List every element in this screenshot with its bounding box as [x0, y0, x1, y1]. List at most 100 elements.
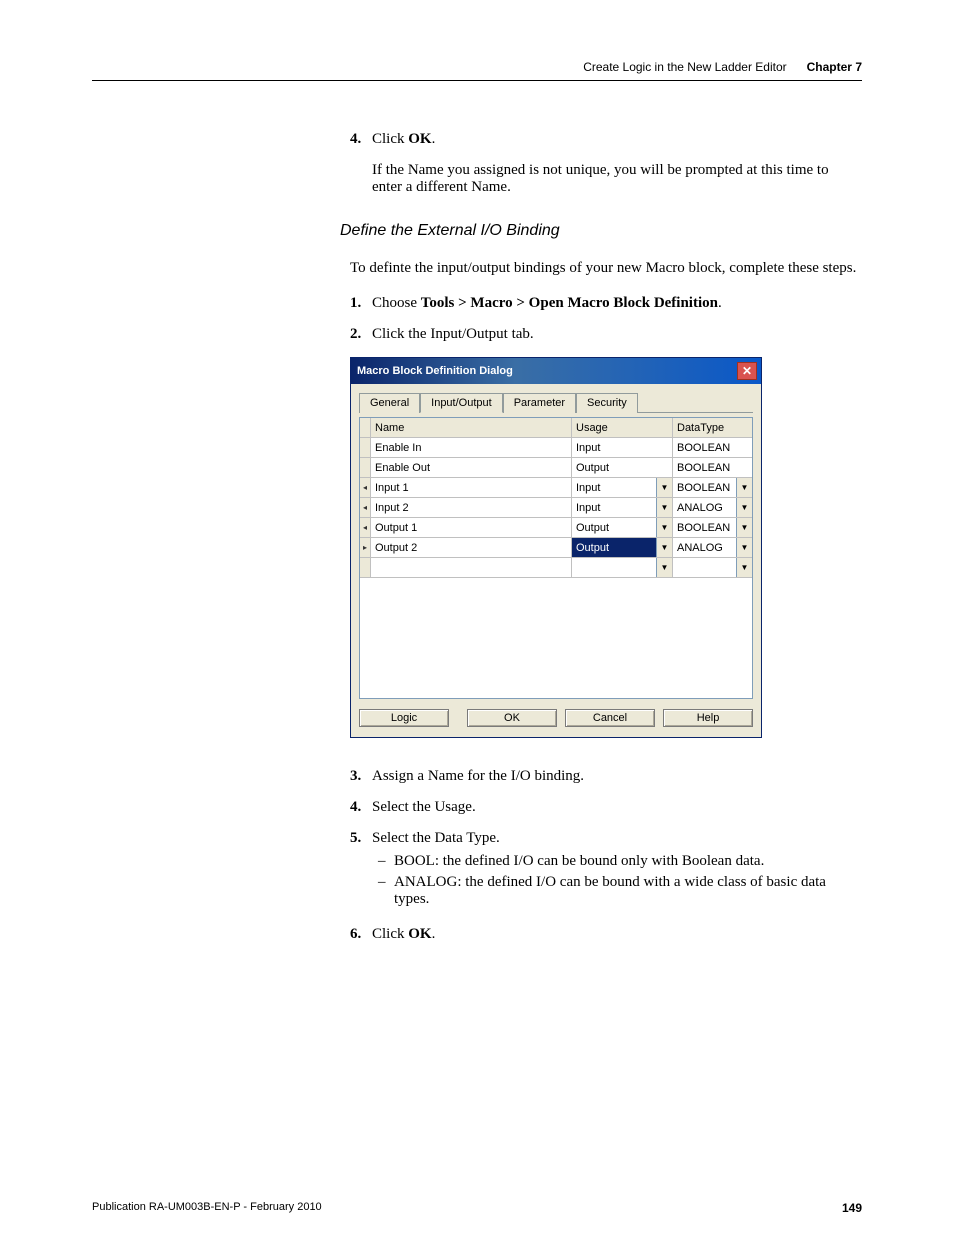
step-number: 2. [350, 326, 372, 343]
row-marker: ◂ [360, 498, 371, 517]
step-text: Click the Input/Output tab. [372, 326, 862, 343]
usage-cell[interactable]: Input [572, 438, 673, 457]
row-marker: ◂ [360, 518, 371, 537]
list-item: 1. Choose Tools > Macro > Open Macro Blo… [350, 295, 862, 312]
page-number: 149 [842, 1201, 862, 1215]
usage-cell[interactable]: ▼ [572, 558, 673, 577]
usage-cell[interactable]: Output▼ [572, 518, 673, 537]
step-number: 1. [350, 295, 372, 312]
table-row: ▸Output 2Output▼ANALOG▼ [360, 538, 752, 558]
usage-cell[interactable]: Input▼ [572, 498, 673, 517]
io-grid: Name Usage DataType Enable InInputBOOLEA… [359, 417, 753, 699]
step-suffix: . [432, 131, 436, 147]
step-number: 5. [350, 830, 372, 912]
ok-button[interactable]: OK [467, 709, 557, 727]
tab-general[interactable]: General [359, 393, 420, 413]
chevron-down-icon[interactable]: ▼ [656, 558, 672, 577]
section-heading: Define the External I/O Binding [340, 222, 862, 240]
step-number: 6. [350, 926, 372, 943]
table-row: ▼▼ [360, 558, 752, 578]
datatype-cell[interactable]: BOOLEAN [673, 438, 752, 457]
step-text: Click [372, 926, 408, 942]
step-text: Choose [372, 295, 421, 311]
name-cell[interactable] [371, 558, 572, 577]
dialog-tabs: General Input/Output Parameter Security [359, 392, 753, 413]
datatype-cell[interactable]: ▼ [673, 558, 752, 577]
datatype-cell[interactable]: ANALOG▼ [673, 498, 752, 517]
step-bold: OK [408, 926, 431, 942]
chevron-down-icon[interactable]: ▼ [656, 498, 672, 517]
chevron-down-icon[interactable]: ▼ [656, 478, 672, 497]
list-item: 4. Click OK. [350, 131, 862, 148]
datatype-cell[interactable]: BOOLEAN▼ [673, 518, 752, 537]
cancel-button[interactable]: Cancel [565, 709, 655, 727]
table-row: Enable OutOutputBOOLEAN [360, 458, 752, 478]
step-text: Click [372, 131, 408, 147]
usage-cell[interactable]: Output [572, 458, 673, 477]
close-icon[interactable]: ✕ [737, 362, 757, 380]
table-row: ◂Output 1Output▼BOOLEAN▼ [360, 518, 752, 538]
page-header: Create Logic in the New Ladder Editor Ch… [92, 60, 862, 80]
step-text: Assign a Name for the I/O binding. [372, 768, 862, 785]
bullet-text: ANALOG: the defined I/O can be bound wit… [394, 874, 862, 908]
table-row: ◂Input 1Input▼BOOLEAN▼ [360, 478, 752, 498]
row-marker [360, 438, 371, 457]
step-number: 4. [350, 799, 372, 816]
usage-cell[interactable]: Input▼ [572, 478, 673, 497]
note-paragraph: If the Name you assigned is not unique, … [372, 162, 862, 196]
header-chapter: Chapter 7 [807, 60, 862, 74]
name-cell[interactable]: Output 1 [371, 518, 572, 537]
macro-block-dialog: Macro Block Definition Dialog ✕ General … [350, 357, 762, 738]
table-row: Enable InInputBOOLEAN [360, 438, 752, 458]
bullet-text: BOOL: the defined I/O can be bound only … [394, 853, 764, 870]
tab-security[interactable]: Security [576, 393, 638, 413]
chevron-down-icon[interactable]: ▼ [736, 478, 752, 497]
chevron-down-icon[interactable]: ▼ [656, 538, 672, 557]
chevron-down-icon[interactable]: ▼ [656, 518, 672, 537]
header-section: Create Logic in the New Ladder Editor [583, 60, 786, 74]
col-usage: Usage [572, 418, 673, 437]
name-cell[interactable]: Enable Out [371, 458, 572, 477]
help-button[interactable]: Help [663, 709, 753, 727]
list-item: 5. Select the Data Type. –BOOL: the defi… [350, 830, 862, 912]
row-marker: ◂ [360, 478, 371, 497]
chevron-down-icon[interactable]: ▼ [736, 558, 752, 577]
step-suffix: . [718, 295, 722, 311]
step-bold: OK [408, 131, 431, 147]
tab-input-output[interactable]: Input/Output [420, 393, 503, 413]
dialog-screenshot: Macro Block Definition Dialog ✕ General … [350, 357, 862, 738]
row-marker [360, 458, 371, 477]
publication-id: Publication RA-UM003B-EN-P - February 20… [92, 1201, 322, 1215]
list-item: 6. Click OK. [350, 926, 862, 943]
dash-icon: – [378, 853, 394, 870]
chevron-down-icon[interactable]: ▼ [736, 538, 752, 557]
col-datatype: DataType [673, 418, 752, 437]
name-cell[interactable]: Enable In [371, 438, 572, 457]
row-marker: ▸ [360, 538, 371, 557]
page-footer: Publication RA-UM003B-EN-P - February 20… [92, 1201, 862, 1215]
chevron-down-icon[interactable]: ▼ [736, 518, 752, 537]
step-text: Select the Usage. [372, 799, 862, 816]
grid-corner [360, 418, 371, 437]
list-item: 4. Select the Usage. [350, 799, 862, 816]
list-item: 3. Assign a Name for the I/O binding. [350, 768, 862, 785]
list-item: 2. Click the Input/Output tab. [350, 326, 862, 343]
tab-parameter[interactable]: Parameter [503, 393, 576, 413]
logic-button[interactable]: Logic [359, 709, 449, 727]
name-cell[interactable]: Input 1 [371, 478, 572, 497]
dialog-button-row: Logic OK Cancel Help [359, 709, 753, 727]
step-suffix: . [432, 926, 436, 942]
usage-cell[interactable]: Output▼ [572, 538, 673, 557]
step-number: 4. [350, 131, 372, 148]
grid-header: Name Usage DataType [360, 418, 752, 438]
step-number: 3. [350, 768, 372, 785]
datatype-cell[interactable]: BOOLEAN [673, 458, 752, 477]
name-cell[interactable]: Input 2 [371, 498, 572, 517]
datatype-cell[interactable]: BOOLEAN▼ [673, 478, 752, 497]
datatype-cell[interactable]: ANALOG▼ [673, 538, 752, 557]
step-text: Select the Data Type. [372, 830, 500, 846]
row-marker [360, 558, 371, 577]
intro-paragraph: To definte the input/output bindings of … [350, 260, 862, 277]
chevron-down-icon[interactable]: ▼ [736, 498, 752, 517]
name-cell[interactable]: Output 2 [371, 538, 572, 557]
